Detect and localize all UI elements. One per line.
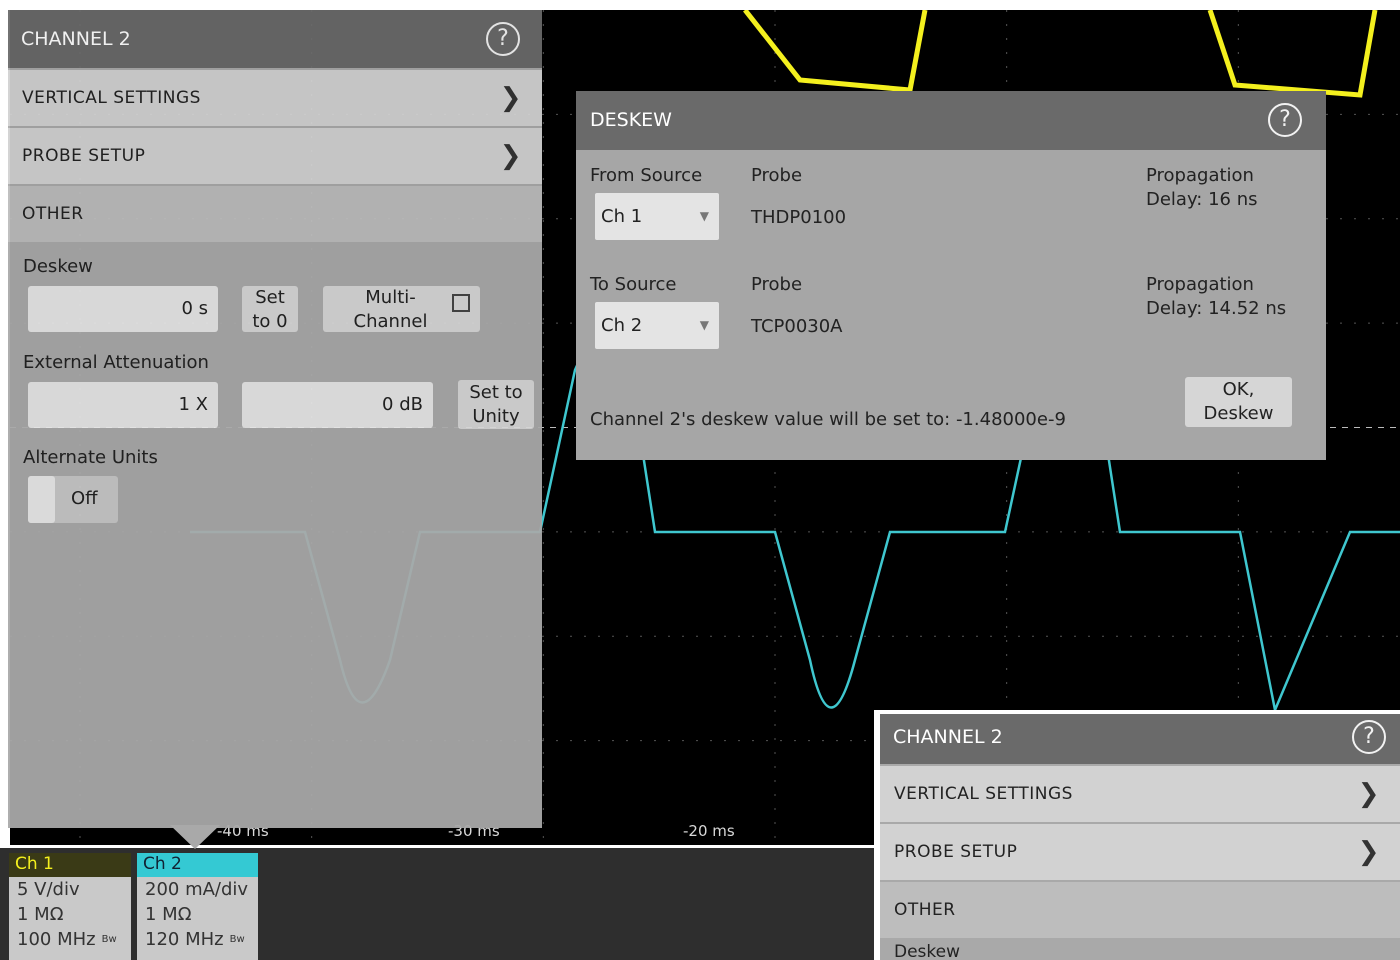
to-source-label: To Source [590,274,677,295]
bandwidth-limit-icon: Bw [229,934,245,945]
bandwidth-limit-icon: Bw [101,934,117,945]
chevron-right-icon: ❯ [499,141,522,171]
ch1-badge[interactable]: Ch 1 5 V/div 1 MΩ 100 MHz Bw [9,853,131,960]
button-label-line: Deskew [1203,403,1274,424]
help-icon[interactable]: ? [1352,720,1386,754]
ch1-waveform [743,10,1378,98]
to-probe-label: Probe [751,274,803,295]
from-probe-value: THDP0100 [751,207,847,228]
from-source-select[interactable]: Ch 1 ▼ [595,193,719,240]
to-probe-value: TCP0030A [751,316,843,337]
deskew-label: Deskew [23,256,93,277]
ch2-impedance: 1 MΩ [145,904,192,925]
deskew-message: Channel 2's deskew value will be set to:… [590,409,1066,430]
help-icon[interactable]: ? [486,22,520,56]
menu-vertical-settings[interactable]: VERTICAL SETTINGS ❯ [8,70,542,126]
to-source-select[interactable]: Ch 2 ▼ [595,302,719,349]
set-to-unity-button[interactable]: Set to Unity [458,380,534,429]
dropdown-arrow-icon: ▼ [699,318,709,332]
menu-other[interactable]: OTHER [8,186,542,242]
ok-deskew-button[interactable]: OK, Deskew [1185,377,1292,427]
ch1-scale: 5 V/div [17,879,80,900]
toggle-state: Off [71,488,98,509]
button-label-line: to 0 [252,311,288,332]
chevron-right-icon: ❯ [499,83,522,113]
menu-label: VERTICAL SETTINGS [22,88,201,108]
set-to-zero-button[interactable]: Set to 0 [242,286,298,332]
channel-settings-panel-inset: CHANNEL 2 ? VERTICAL SETTINGS ❯ PROBE SET… [880,714,1400,960]
menu-vertical-settings[interactable]: VERTICAL SETTINGS ❯ [880,766,1400,822]
ch1-impedance: 1 MΩ [17,904,64,925]
ch2-scale: 200 mA/div [145,879,249,900]
ch2-badge[interactable]: Ch 2 200 mA/div 1 MΩ 120 MHz Bw [137,853,258,960]
menu-probe-setup[interactable]: PROBE SETUP ❯ [880,824,1400,880]
ch1-bandwidth-row: 100 MHz Bw [9,927,131,952]
panel-title-text: CHANNEL 2 [893,726,1003,748]
ch1-bandwidth: 100 MHz [17,929,96,950]
menu-label: PROBE SETUP [22,146,146,166]
dropdown-arrow-icon: ▼ [699,209,709,223]
panel-title-text: CHANNEL 2 [21,28,131,50]
channel-settings-panel: CHANNEL 2 ? VERTICAL SETTINGS ❯ PROBE SET… [8,10,542,828]
from-delay-value: Delay: 16 ns [1146,189,1258,210]
external-attenuation-label: External Attenuation [23,352,209,373]
attenuation-db-field[interactable]: 0 dB [242,382,433,428]
button-label-line: Unity [472,406,520,427]
deskew-value-field[interactable]: 0 s [28,286,218,332]
select-value: Ch 1 [601,206,643,227]
external-window-icon [452,294,470,312]
menu-other[interactable]: OTHER [880,882,1400,938]
attenuation-ratio-field[interactable]: 1 X [28,382,218,428]
select-value: Ch 2 [601,315,643,336]
ch2-bandwidth-row: 120 MHz Bw [137,927,258,952]
help-icon[interactable]: ? [1268,103,1302,137]
button-label-line: Set to [469,382,523,403]
chevron-right-icon: ❯ [1357,779,1380,809]
deskew-label: Deskew [894,942,961,960]
ch2-bandwidth: 120 MHz [145,929,224,950]
from-source-label: From Source [590,165,703,186]
to-delay-value: Delay: 14.52 ns [1146,298,1287,319]
panel-pointer-icon [170,825,220,849]
alternate-units-label: Alternate Units [23,447,158,468]
menu-probe-setup[interactable]: PROBE SETUP ❯ [8,128,542,184]
alternate-units-toggle[interactable]: Off [28,476,118,523]
from-probe-label: Probe [751,165,803,186]
multichannel-deskew-button[interactable]: Multi- Channel [323,286,480,332]
menu-label: PROBE SETUP [894,842,1018,862]
button-label-line: Multi- [365,287,416,308]
button-label-line: Channel [353,311,428,332]
panel-title: CHANNEL 2 ? [880,714,1400,764]
time-tick-label: -20 ms [683,822,735,840]
chevron-right-icon: ❯ [1357,837,1380,867]
ch1-badge-title: Ch 1 [9,853,131,877]
panel-title: CHANNEL 2 ? [8,10,542,68]
menu-label: OTHER [894,900,956,920]
from-delay-label: Propagation [1146,165,1254,186]
button-label-line: Set [255,287,285,308]
toggle-knob [28,476,55,523]
dialog-title: DESKEW ? [576,91,1326,150]
ch2-badge-title: Ch 2 [137,853,258,877]
dialog-title-text: DESKEW [590,109,672,131]
to-delay-label: Propagation [1146,274,1254,295]
button-label-line: OK, [1222,379,1255,400]
menu-label: OTHER [22,204,84,224]
deskew-dialog: DESKEW ? From Source Ch 1 ▼ Probe THDP01… [576,91,1326,460]
menu-label: VERTICAL SETTINGS [894,784,1073,804]
